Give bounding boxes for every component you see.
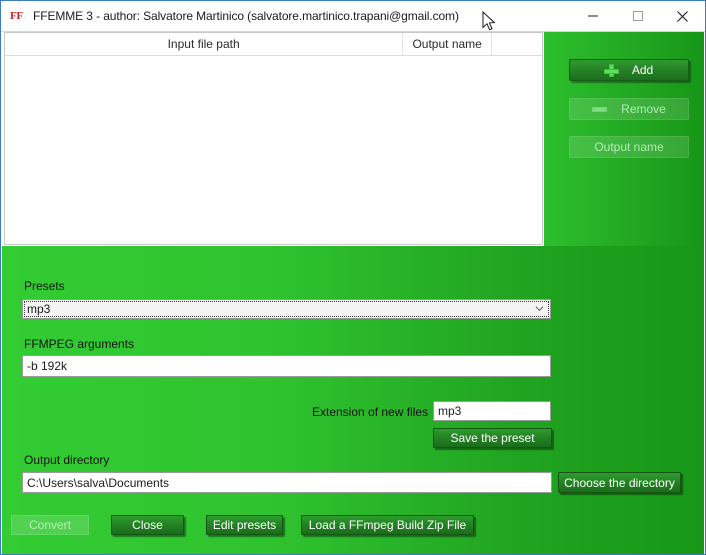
- close-icon: [677, 10, 688, 22]
- remove-button[interactable]: Remove: [569, 98, 689, 120]
- app-window: FF FFEMME 3 - author: Salvatore Martinic…: [0, 0, 706, 555]
- app-logo-icon: FF: [10, 9, 23, 22]
- remove-button-label: Remove: [621, 102, 666, 116]
- window-controls: [570, 1, 705, 31]
- maximize-icon: [632, 11, 643, 21]
- ffmpeg-arguments-label: FFMPEG arguments: [24, 337, 135, 351]
- save-preset-button[interactable]: Save the preset: [433, 428, 552, 448]
- column-header-spacer: [492, 33, 542, 55]
- output-directory-input[interactable]: C:\Users\salva\Documents: [22, 472, 552, 493]
- add-button[interactable]: Add: [569, 59, 689, 81]
- plus-icon: [603, 63, 619, 77]
- file-list-body[interactable]: [5, 56, 542, 244]
- main-panel: [2, 246, 704, 554]
- window-title: FFEMME 3 - author: Salvatore Martinico (…: [33, 9, 459, 23]
- close-dialog-button[interactable]: Close: [111, 515, 184, 535]
- output-directory-label: Output directory: [24, 453, 110, 467]
- column-header-output-name[interactable]: Output name: [403, 33, 493, 55]
- minimize-button[interactable]: [570, 1, 615, 31]
- extension-input[interactable]: mp3: [433, 401, 551, 421]
- file-list[interactable]: Input file path Output name: [4, 32, 543, 245]
- maximize-button[interactable]: [615, 1, 660, 31]
- ffmpeg-arguments-input[interactable]: -b 192k: [22, 355, 551, 377]
- presets-label: Presets: [24, 279, 65, 293]
- choose-directory-button[interactable]: Choose the directory: [558, 472, 681, 493]
- close-button[interactable]: [660, 1, 705, 31]
- output-name-button[interactable]: Output name: [569, 136, 689, 158]
- close-dialog-button-label: Close: [132, 518, 163, 532]
- extension-label: Extension of new files: [312, 405, 429, 419]
- minus-icon: [592, 106, 608, 112]
- output-name-button-label: Output name: [594, 140, 664, 154]
- load-ffmpeg-zip-button[interactable]: Load a FFmpeg Build Zip File: [301, 515, 474, 535]
- edit-presets-button[interactable]: Edit presets: [206, 515, 283, 535]
- output-directory-value: C:\Users\salva\Documents: [27, 475, 170, 490]
- add-button-label: Add: [631, 63, 654, 77]
- column-header-input-file-path[interactable]: Input file path: [5, 33, 404, 55]
- load-ffmpeg-zip-button-label: Load a FFmpeg Build Zip File: [308, 518, 467, 532]
- presets-value: mp3: [27, 302, 51, 316]
- chevron-down-icon: [535, 306, 544, 312]
- extension-value: mp3: [438, 404, 462, 418]
- convert-button[interactable]: Convert: [11, 515, 89, 535]
- minimize-icon: [587, 15, 598, 17]
- convert-button-label: Convert: [28, 518, 72, 532]
- presets-combobox[interactable]: mp3: [22, 299, 551, 319]
- file-list-header: Input file path Output name: [5, 33, 542, 56]
- choose-directory-button-label: Choose the directory: [564, 475, 675, 490]
- save-preset-button-label: Save the preset: [450, 431, 535, 445]
- ffmpeg-arguments-value: -b 192k: [27, 359, 68, 373]
- edit-presets-button-label: Edit presets: [212, 518, 277, 532]
- title-bar[interactable]: FF FFEMME 3 - author: Salvatore Martinic…: [1, 1, 705, 32]
